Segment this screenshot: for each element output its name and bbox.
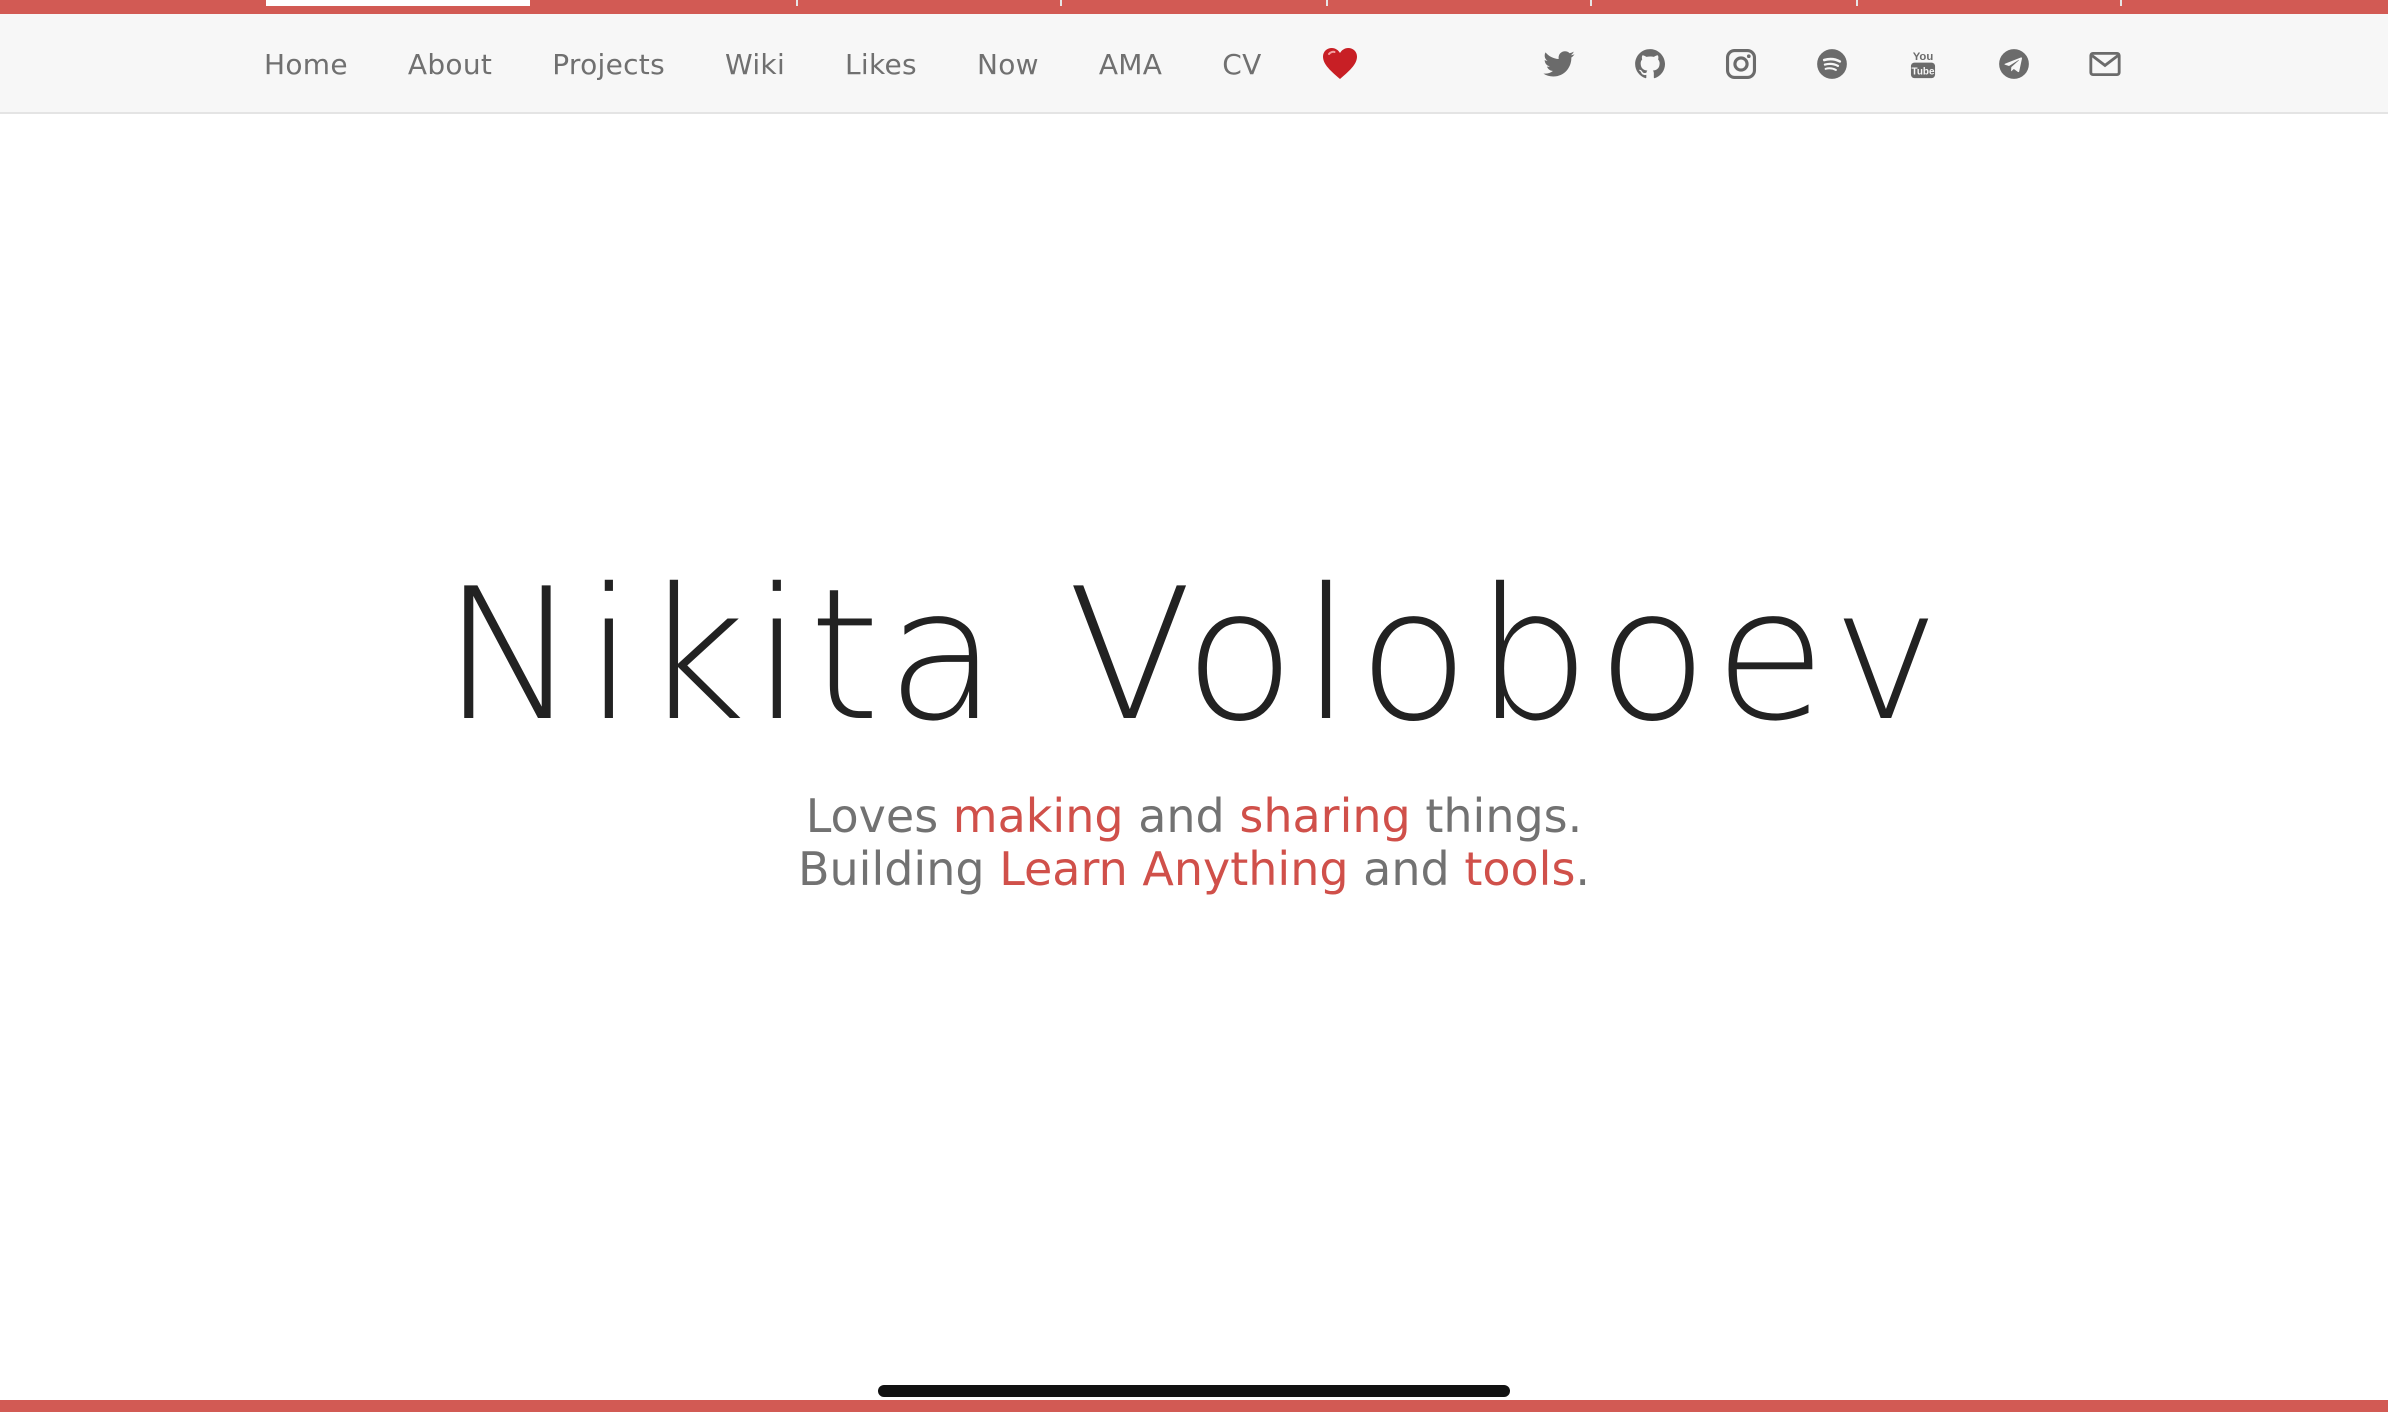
twitter-icon[interactable] [1540, 45, 1578, 83]
subtitle-text: things. [1410, 789, 1583, 843]
hero-subtitle-line-2: Building Learn Anything and tools. [0, 843, 2388, 896]
svg-text:Tube: Tube [1912, 67, 1935, 78]
top-accent-divider [1326, 0, 1328, 6]
top-accent-divider [1856, 0, 1858, 6]
instagram-icon[interactable] [1722, 45, 1760, 83]
nav-links: Home About Projects Wiki Likes Now AMA C… [264, 14, 1358, 114]
making-link[interactable]: making [953, 789, 1124, 843]
subtitle-text: Building [797, 842, 1000, 896]
subtitle-text: and [1348, 842, 1465, 896]
nav-link-now[interactable]: Now [977, 48, 1039, 81]
subtitle-text: Loves [805, 789, 953, 843]
home-indicator[interactable] [878, 1385, 1510, 1397]
tools-link[interactable]: tools [1464, 842, 1575, 896]
hero-subtitle: Loves making and sharing things. Buildin… [0, 790, 2388, 896]
top-accent-active-segment [266, 0, 530, 6]
telegram-icon[interactable] [1995, 45, 2033, 83]
sharing-link[interactable]: sharing [1239, 789, 1410, 843]
hero-title-wrap: Nikita Voloboev [0, 540, 2388, 770]
nav-link-projects[interactable]: Projects [552, 48, 665, 81]
heart-icon[interactable] [1322, 47, 1358, 81]
svg-text:You: You [1913, 51, 1934, 63]
subtitle-text: . [1575, 842, 1591, 896]
nav-link-wiki[interactable]: Wiki [725, 48, 785, 81]
nav-link-home[interactable]: Home [264, 48, 348, 81]
spotify-icon[interactable] [1813, 45, 1851, 83]
subtitle-text: and [1123, 789, 1240, 843]
nav-link-about[interactable]: About [408, 48, 492, 81]
top-accent-divider [1590, 0, 1592, 6]
bottom-accent-bar [0, 1400, 2388, 1412]
nav-link-ama[interactable]: AMA [1099, 48, 1162, 81]
top-accent-bar [0, 0, 2388, 14]
hero-subtitle-line-1: Loves making and sharing things. [0, 790, 2388, 843]
top-accent-divider [796, 0, 798, 6]
youtube-icon[interactable]: You Tube [1904, 45, 1942, 83]
top-navbar: Home About Projects Wiki Likes Now AMA C… [0, 14, 2388, 114]
nav-link-cv[interactable]: CV [1222, 48, 1261, 81]
hero-title: Nikita Voloboev [442, 549, 1946, 761]
github-icon[interactable] [1631, 45, 1669, 83]
nav-link-likes[interactable]: Likes [845, 48, 917, 81]
top-accent-divider [2120, 0, 2122, 6]
social-links: You Tube [1540, 14, 2177, 114]
mail-icon[interactable] [2086, 45, 2124, 83]
top-accent-divider [1060, 0, 1062, 6]
learn-anything-link[interactable]: Learn Anything [999, 842, 1348, 896]
